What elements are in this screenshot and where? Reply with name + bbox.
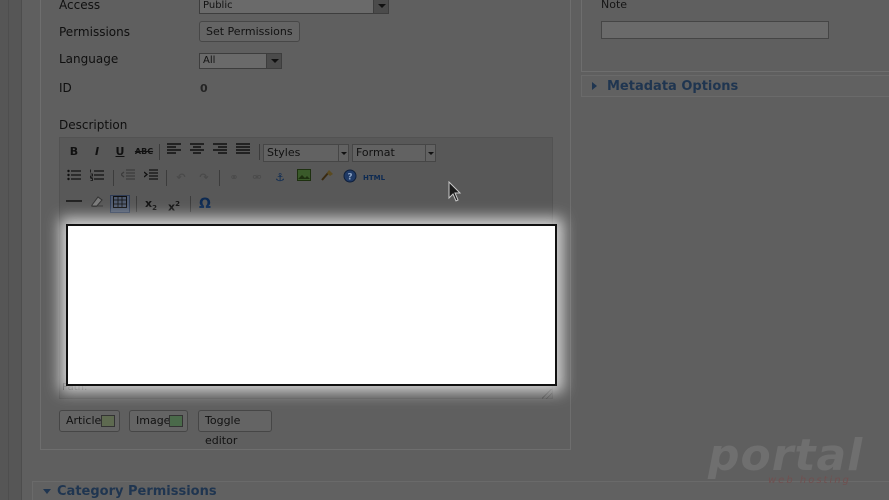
metadata-options-title: Metadata Options: [607, 79, 739, 94]
image-button-label: Image: [136, 414, 171, 427]
set-permissions-button[interactable]: Set Permissions: [199, 21, 300, 42]
chevron-down-icon: [373, 0, 388, 13]
toolbar-separator: [159, 144, 160, 160]
indent-icon[interactable]: [141, 169, 161, 187]
page-background: Access Public Permissions Set Permission…: [0, 0, 889, 500]
chevron-down-icon: [266, 54, 281, 68]
italic-icon[interactable]: I: [87, 143, 107, 161]
access-select[interactable]: Public: [199, 0, 389, 14]
left-divider-line: [8, 0, 9, 500]
description-label: Description: [59, 118, 128, 132]
align-center-icon[interactable]: [187, 143, 207, 161]
collapse-arrow-icon: [43, 489, 51, 494]
outdent-icon[interactable]: [118, 169, 138, 187]
strikethrough-icon[interactable]: ABC: [134, 143, 154, 161]
styles-select-value: Styles: [267, 146, 301, 159]
subscript-icon[interactable]: x2: [141, 195, 161, 213]
link-icon[interactable]: ⚭: [224, 169, 244, 187]
access-label: Access: [59, 0, 101, 12]
toolbar-separator: [136, 196, 137, 212]
image-icon: [169, 415, 183, 427]
undo-icon[interactable]: ↶: [171, 169, 191, 187]
horizontal-rule-icon[interactable]: [64, 195, 84, 213]
note-input[interactable]: [601, 21, 829, 39]
language-select-value: All: [203, 55, 216, 66]
chevron-down-icon: [338, 145, 348, 161]
underline-icon[interactable]: U: [110, 143, 130, 161]
editor-toolbar-row-3: x2 x2 Ω: [62, 192, 550, 216]
help-icon[interactable]: ?: [340, 169, 360, 187]
toolbar-separator: [113, 170, 114, 186]
note-label: Note: [601, 0, 628, 11]
image-button[interactable]: Image: [129, 410, 188, 432]
category-permissions-title: Category Permissions: [57, 484, 217, 499]
expand-arrow-icon: [592, 82, 597, 90]
editor-toolbar-row-2: ↶ ↷ ⚭ ⚮ ⚓ ? HTML: [62, 166, 550, 190]
resize-handle-icon[interactable]: [542, 389, 552, 399]
eraser-icon[interactable]: [87, 195, 107, 213]
article-button[interactable]: Article: [59, 410, 120, 432]
redo-icon[interactable]: ↷: [194, 169, 214, 187]
chevron-down-icon: [425, 145, 435, 161]
metadata-options-toggle[interactable]: Metadata Options: [581, 75, 889, 97]
language-select[interactable]: All: [199, 53, 282, 69]
html-source-icon[interactable]: HTML: [363, 169, 385, 187]
unlink-icon[interactable]: ⚮: [247, 169, 267, 187]
mouse-pointer-icon: [448, 181, 462, 202]
styles-select[interactable]: Styles: [263, 144, 349, 162]
format-select[interactable]: Format: [352, 144, 436, 162]
align-justify-icon[interactable]: [233, 143, 253, 161]
toolbar-separator: [190, 196, 191, 212]
permissions-label: Permissions: [59, 25, 130, 39]
toolbar-separator: [259, 144, 260, 160]
language-label: Language: [59, 52, 119, 66]
anchor-icon[interactable]: ⚓: [270, 169, 290, 187]
logo-text: portal: [708, 430, 864, 481]
toolbar-separator: [166, 170, 167, 186]
superscript-icon[interactable]: x2: [164, 195, 184, 214]
numbered-list-icon[interactable]: [87, 169, 107, 187]
table-icon[interactable]: [110, 195, 130, 213]
left-sidebar-strip: [0, 0, 22, 500]
bold-icon[interactable]: B: [64, 143, 84, 161]
id-label: ID: [59, 81, 72, 95]
editor-toolbar-row-1: B I U ABC Styles Format: [62, 140, 550, 164]
svg-text:?: ?: [347, 173, 352, 183]
bullet-list-icon[interactable]: [64, 169, 84, 187]
toolbar-separator: [219, 170, 220, 186]
description-editor-area[interactable]: [66, 224, 557, 386]
article-icon: [101, 415, 115, 427]
special-character-icon[interactable]: Ω: [195, 195, 215, 213]
format-select-value: Format: [356, 146, 395, 159]
id-value: 0: [200, 82, 208, 95]
portal-logo: portal web hosting: [708, 430, 868, 490]
align-right-icon[interactable]: [210, 143, 230, 161]
insert-image-icon[interactable]: [294, 169, 314, 187]
logo-subtitle: web hosting: [768, 475, 851, 486]
article-button-label: Article: [66, 414, 102, 427]
cleanup-brush-icon[interactable]: [317, 169, 337, 187]
access-select-value: Public: [203, 0, 233, 11]
align-left-icon[interactable]: [164, 143, 184, 161]
toggle-editor-button[interactable]: Toggle editor: [198, 410, 272, 447]
